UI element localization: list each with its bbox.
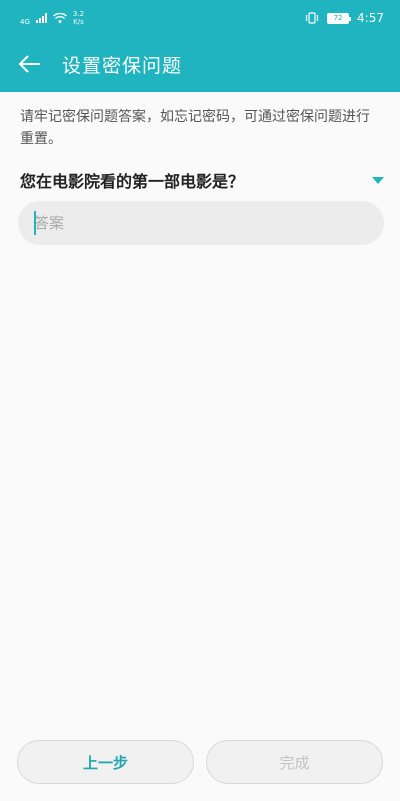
answer-input[interactable] xyxy=(18,201,384,245)
battery-icon: 72 xyxy=(327,12,352,24)
previous-step-button[interactable]: 上一步 xyxy=(17,740,194,784)
status-bar: 4G 3.2 K/s 72 4:57 xyxy=(0,0,400,36)
signal-icon xyxy=(35,13,47,23)
done-button[interactable]: 完成 xyxy=(206,740,383,784)
status-right: 72 4:57 xyxy=(305,11,384,25)
wifi-icon xyxy=(52,12,67,23)
page-title: 设置密保问题 xyxy=(62,54,183,77)
bottom-bar: 上一步 完成 xyxy=(0,740,400,786)
app-bar: 设置密保问题 xyxy=(0,36,400,92)
network-speed: 3.2 K/s xyxy=(73,10,84,26)
speed-unit: K/s xyxy=(73,18,84,26)
triangle-down-icon xyxy=(372,176,384,184)
status-left: 4G 3.2 K/s xyxy=(20,10,84,26)
security-question-text: 您在电影院看的第一部电影是？ xyxy=(20,172,245,191)
arrow-left-icon xyxy=(18,55,40,73)
vibrate-icon xyxy=(305,12,319,24)
back-button[interactable] xyxy=(2,36,58,92)
network-type: 4G xyxy=(20,18,30,26)
security-hint-text: 请牢记密保问题答案，如忘记密码，可通过密保问题进行重置。 xyxy=(20,109,370,147)
security-question-select[interactable]: 您在电影院看的第一部电影是？ xyxy=(20,168,384,192)
clock: 4:57 xyxy=(357,11,384,25)
text-cursor xyxy=(34,211,36,235)
speed-value: 3.2 xyxy=(72,10,85,18)
